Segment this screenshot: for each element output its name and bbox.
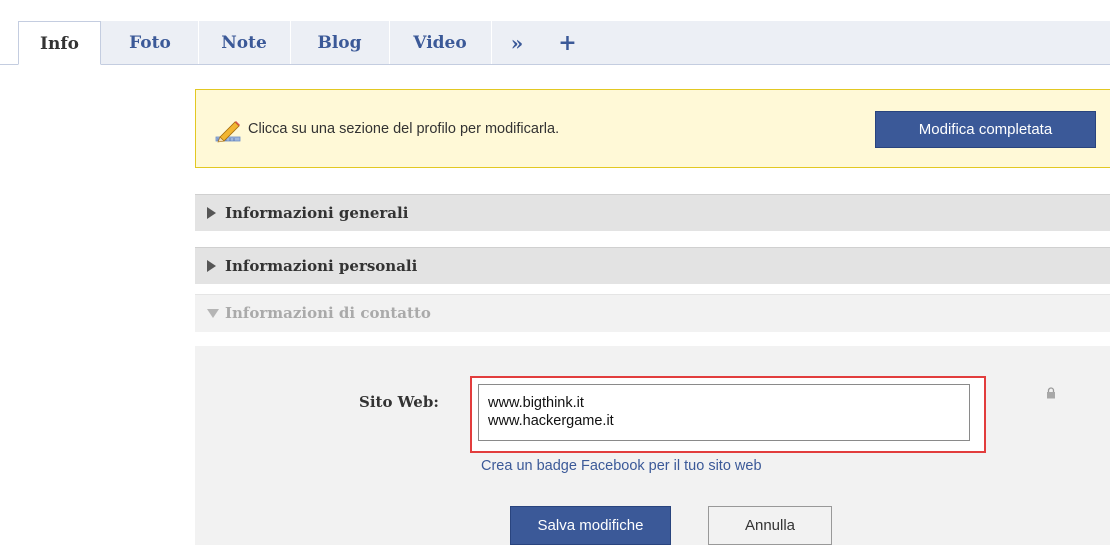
plus-icon: +: [558, 30, 577, 56]
triangle-right-icon: [207, 207, 216, 219]
section-title: Informazioni generali: [225, 204, 409, 222]
section-title: Informazioni personali: [225, 257, 418, 275]
website-label: Sito Web:: [359, 393, 439, 411]
section-title: Informazioni di contatto: [225, 304, 431, 322]
section-contact-info[interactable]: Informazioni di contatto: [195, 294, 1110, 332]
more-tabs-button[interactable]: »: [492, 21, 542, 65]
tab-info[interactable]: Info: [18, 21, 101, 65]
tab-info-label: Info: [40, 34, 79, 54]
triangle-down-icon: [207, 309, 219, 318]
cancel-button[interactable]: Annulla: [708, 506, 832, 545]
lock-icon[interactable]: [1046, 387, 1056, 399]
website-field[interactable]: www.bigthink.it www.hackergame.it: [478, 384, 970, 441]
tab-video-label: Video: [413, 33, 467, 53]
tab-video[interactable]: Video: [390, 21, 490, 65]
double-chevron-right-icon: »: [510, 31, 524, 55]
website-line: www.bigthink.it: [488, 395, 584, 411]
tab-foto[interactable]: Foto: [108, 21, 192, 65]
edit-notice: Clicca su una sezione del profilo per mo…: [195, 89, 1110, 168]
triangle-right-icon: [207, 260, 216, 272]
tab-blog[interactable]: Blog: [291, 21, 388, 65]
save-changes-button[interactable]: Salva modifiche: [510, 506, 671, 545]
edit-complete-button[interactable]: Modifica completata: [875, 111, 1096, 148]
tab-blog-label: Blog: [317, 33, 362, 53]
notice-text: Clicca su una sezione del profilo per mo…: [248, 121, 560, 137]
contact-info-panel: Sito Web: www.bigthink.it www.hackergame…: [195, 346, 1110, 545]
tab-foto-label: Foto: [129, 33, 171, 53]
tab-note[interactable]: Note: [199, 21, 289, 65]
add-tab-button[interactable]: +: [545, 21, 590, 65]
section-general-info[interactable]: Informazioni generali: [195, 194, 1110, 231]
website-line: www.hackergame.it: [488, 413, 614, 429]
tab-note-label: Note: [221, 33, 267, 53]
create-badge-link[interactable]: Crea un badge Facebook per il tuo sito w…: [481, 458, 762, 474]
profile-tabbar: Info Foto Note Blog Video » +: [0, 0, 1110, 65]
section-personal-info[interactable]: Informazioni personali: [195, 247, 1110, 284]
pencil-edit-icon: [215, 121, 241, 143]
